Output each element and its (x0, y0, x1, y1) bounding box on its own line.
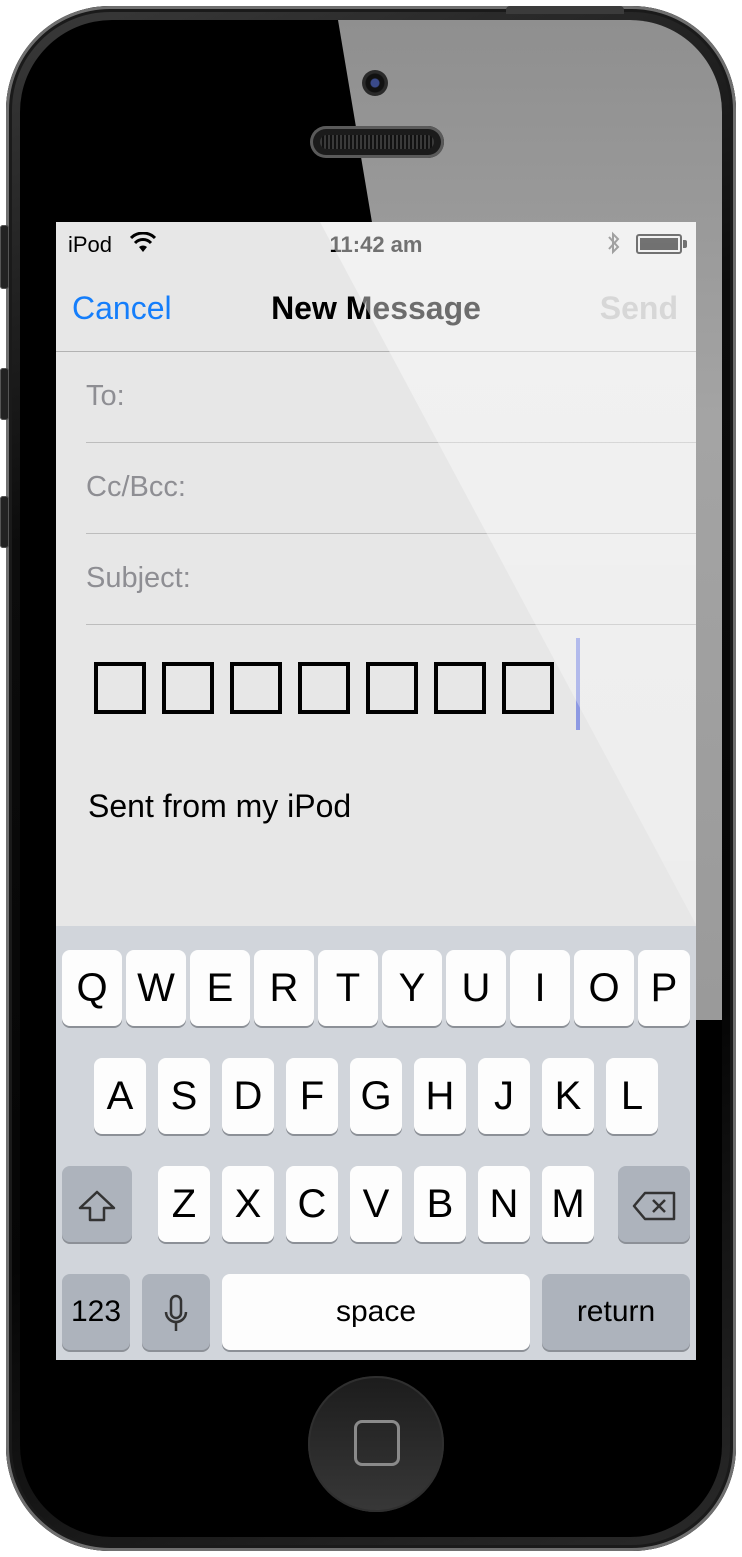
key-b[interactable]: B (414, 1166, 466, 1242)
key-l[interactable]: L (606, 1058, 658, 1134)
key-z[interactable]: Z (158, 1166, 210, 1242)
dictation-key[interactable] (142, 1274, 210, 1350)
cc-bcc-field[interactable]: Cc/Bcc: (86, 443, 696, 534)
key-d[interactable]: D (222, 1058, 274, 1134)
missing-glyph-box (94, 662, 146, 714)
cancel-button[interactable]: Cancel (72, 290, 172, 327)
backspace-icon (632, 1192, 676, 1221)
missing-glyph-box (298, 662, 350, 714)
key-k[interactable]: K (542, 1058, 594, 1134)
key-f[interactable]: F (286, 1058, 338, 1134)
space-key[interactable]: space (222, 1274, 530, 1350)
key-h[interactable]: H (414, 1058, 466, 1134)
home-button[interactable] (308, 1376, 444, 1512)
status-bar: iPod 11:42 am (56, 222, 696, 266)
key-m[interactable]: M (542, 1166, 594, 1242)
key-v[interactable]: V (350, 1166, 402, 1242)
battery-icon (636, 234, 687, 254)
subject-label: Subject: (86, 562, 191, 594)
key-g[interactable]: G (350, 1058, 402, 1134)
key-w[interactable]: W (126, 950, 186, 1026)
key-y[interactable]: Y (382, 950, 442, 1026)
missing-glyph-box (502, 662, 554, 714)
earpiece-speaker (310, 126, 444, 158)
bluetooth-icon (608, 231, 620, 255)
message-body[interactable] (94, 662, 554, 722)
sleep-button (506, 6, 624, 14)
cc-bcc-label: Cc/Bcc: (86, 471, 186, 503)
shift-key[interactable] (62, 1166, 132, 1242)
keyboard: Q W E R T Y U I O P A S D F G H J K L Z … (56, 926, 696, 1360)
missing-glyph-box (434, 662, 486, 714)
to-field[interactable]: To: (86, 352, 696, 443)
key-t[interactable]: T (318, 950, 378, 1026)
key-s[interactable]: S (158, 1058, 210, 1134)
key-u[interactable]: U (446, 950, 506, 1026)
to-label: To: (86, 380, 125, 412)
keyboard-row-3: Z X C V B N M (56, 1166, 696, 1244)
key-x[interactable]: X (222, 1166, 274, 1242)
navigation-bar: New Message Cancel Send (56, 266, 696, 352)
front-camera (362, 70, 388, 96)
missing-glyph-box (230, 662, 282, 714)
text-cursor (576, 638, 580, 730)
key-o[interactable]: O (574, 950, 634, 1026)
key-j[interactable]: J (478, 1058, 530, 1134)
volume-down-button (0, 496, 9, 548)
delete-key[interactable] (618, 1166, 690, 1242)
numbers-key[interactable]: 123 (62, 1274, 130, 1350)
key-p[interactable]: P (638, 950, 690, 1026)
key-q[interactable]: Q (62, 950, 122, 1026)
key-r[interactable]: R (254, 950, 314, 1026)
keyboard-row-1: Q W E R T Y U I O P (56, 950, 696, 1028)
volume-up-button (0, 368, 9, 420)
home-square-icon (354, 1420, 400, 1466)
return-key[interactable]: return (542, 1274, 690, 1350)
key-c[interactable]: C (286, 1166, 338, 1242)
missing-glyph-box (366, 662, 418, 714)
screen: iPod 11:42 am New Message Cancel Send To… (56, 222, 696, 1360)
key-n[interactable]: N (478, 1166, 530, 1242)
keyboard-row-4: 123 space return (56, 1274, 696, 1352)
shift-arrow-icon (78, 1191, 116, 1222)
key-i[interactable]: I (510, 950, 570, 1026)
keyboard-row-2: A S D F G H J K L (56, 1058, 696, 1136)
subject-field[interactable]: Subject: (86, 534, 696, 625)
mute-switch (0, 225, 9, 289)
key-e[interactable]: E (190, 950, 250, 1026)
send-button[interactable]: Send (600, 290, 678, 327)
microphone-icon (164, 1295, 188, 1332)
clock: 11:42 am (329, 232, 423, 257)
key-a[interactable]: A (94, 1058, 146, 1134)
missing-glyph-box (162, 662, 214, 714)
signature-text: Sent from my iPod (88, 788, 352, 824)
